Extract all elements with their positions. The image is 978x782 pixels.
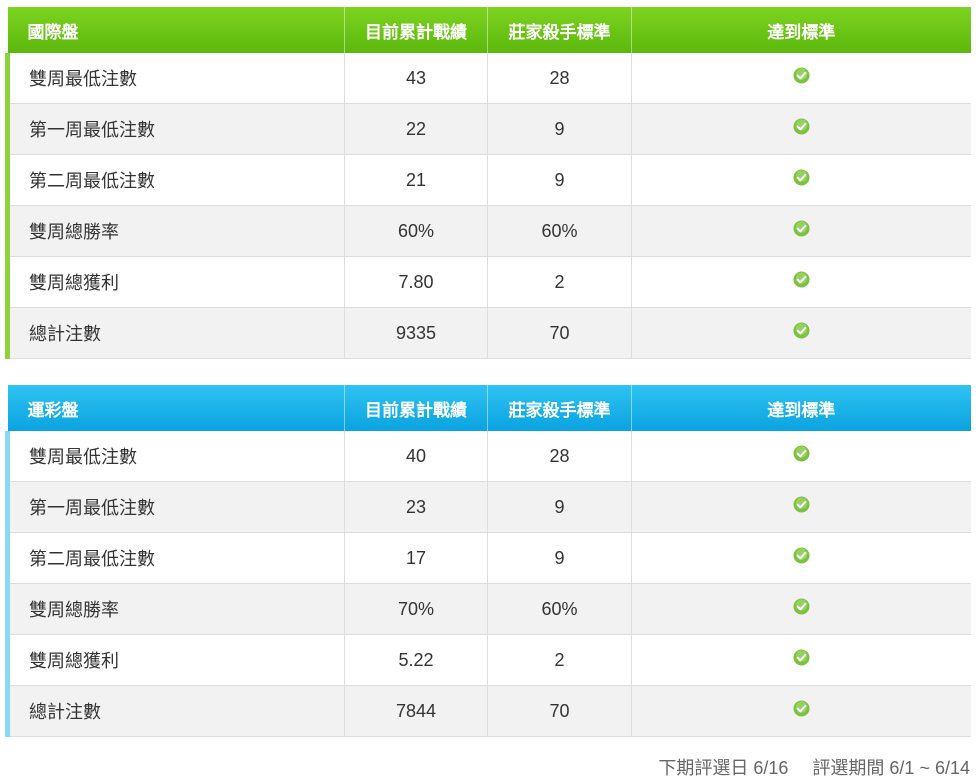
- row-standard: 60%: [487, 583, 632, 635]
- row-status: [631, 481, 971, 533]
- table-header-row: 國際盤 目前累計戰績 莊家殺手標準 達到標準: [7, 7, 971, 53]
- row-standard: 9: [487, 103, 632, 155]
- check-circle-icon: [793, 445, 810, 462]
- row-current: 40: [344, 431, 488, 482]
- check-circle-icon: [793, 271, 810, 288]
- row-current: 70%: [344, 583, 488, 635]
- row-status: [631, 103, 971, 155]
- header-current-record: 目前累計戰績: [344, 7, 488, 53]
- sport-stats-panel: 運彩盤 目前累計戰績 莊家殺手標準 達到標準 雙周最低注數 40 28 第一周最…: [5, 385, 971, 737]
- row-standard: 28: [487, 431, 632, 482]
- row-label: 第一周最低注數: [5, 481, 345, 533]
- table-row: 第一周最低注數 22 9: [5, 103, 971, 155]
- row-standard: 70: [487, 685, 632, 737]
- review-period-footer: 下期評選日 6/16 評選期間 6/1 ~ 6/14: [658, 754, 970, 780]
- table-row: 雙周總勝率 70% 60%: [5, 583, 971, 635]
- row-standard: 2: [487, 256, 632, 308]
- row-label: 總計注數: [5, 685, 345, 737]
- row-current: 23: [344, 481, 488, 533]
- row-status: [631, 583, 971, 635]
- header-killer-standard: 莊家殺手標準: [487, 7, 632, 53]
- check-circle-icon: [793, 322, 810, 339]
- check-circle-icon: [793, 496, 810, 513]
- row-status: [631, 205, 971, 257]
- row-label: 第二周最低注數: [5, 154, 345, 206]
- table-row: 雙周最低注數 40 28: [5, 431, 971, 482]
- check-circle-icon: [793, 220, 810, 237]
- table-header-row: 運彩盤 目前累計戰績 莊家殺手標準 達到標準: [7, 385, 971, 431]
- row-standard: 9: [487, 532, 632, 584]
- check-circle-icon: [793, 169, 810, 186]
- table-row: 總計注數 7844 70: [5, 685, 971, 737]
- row-standard: 9: [487, 481, 632, 533]
- check-circle-icon: [793, 67, 810, 84]
- review-period: 評選期間 6/1 ~ 6/14: [812, 758, 970, 778]
- intl-stats-table: 國際盤 目前累計戰績 莊家殺手標準 達到標準 雙周最低注數 43 28 第一周最…: [5, 7, 971, 359]
- row-label: 雙周最低注數: [5, 53, 345, 104]
- row-label: 雙周總勝率: [5, 583, 345, 635]
- row-current: 7844: [344, 685, 488, 737]
- row-current: 43: [344, 53, 488, 104]
- row-current: 21: [344, 154, 488, 206]
- row-status: [631, 307, 971, 359]
- table-row: 第一周最低注數 23 9: [5, 481, 971, 533]
- check-circle-icon: [793, 547, 810, 564]
- row-current: 17: [344, 532, 488, 584]
- row-status: [631, 532, 971, 584]
- row-label: 總計注數: [5, 307, 345, 359]
- row-label: 第一周最低注數: [5, 103, 345, 155]
- row-standard: 70: [487, 307, 632, 359]
- row-current: 9335: [344, 307, 488, 359]
- row-status: [631, 431, 971, 482]
- table-row: 第二周最低注數 17 9: [5, 532, 971, 584]
- row-status: [631, 256, 971, 308]
- row-label: 雙周最低注數: [5, 431, 345, 482]
- row-label: 第二周最低注數: [5, 532, 345, 584]
- check-circle-icon: [793, 700, 810, 717]
- header-reached: 達到標準: [631, 385, 971, 431]
- header-category: 國際盤: [27, 22, 79, 42]
- check-circle-icon: [793, 649, 810, 666]
- row-current: 7.80: [344, 256, 488, 308]
- row-standard: 9: [487, 154, 632, 206]
- row-status: [631, 154, 971, 206]
- table-row: 雙周最低注數 43 28: [5, 53, 971, 104]
- row-current: 60%: [344, 205, 488, 257]
- table-row: 第二周最低注數 21 9: [5, 154, 971, 206]
- header-category: 運彩盤: [27, 400, 79, 420]
- row-label: 雙周總獲利: [5, 634, 345, 686]
- row-status: [631, 685, 971, 737]
- table-row: 雙周總獲利 5.22 2: [5, 634, 971, 686]
- row-status: [631, 53, 971, 104]
- table-row: 雙周總獲利 7.80 2: [5, 256, 971, 308]
- header-reached: 達到標準: [631, 7, 971, 53]
- header-killer-standard: 莊家殺手標準: [487, 385, 632, 431]
- header-current-record: 目前累計戰績: [344, 385, 488, 431]
- row-standard: 28: [487, 53, 632, 104]
- row-status: [631, 634, 971, 686]
- check-circle-icon: [793, 598, 810, 615]
- row-label: 雙周總勝率: [5, 205, 345, 257]
- row-current: 5.22: [344, 634, 488, 686]
- row-label: 雙周總獲利: [5, 256, 345, 308]
- row-standard: 2: [487, 634, 632, 686]
- check-circle-icon: [793, 118, 810, 135]
- next-review-date: 下期評選日 6/16: [658, 758, 789, 778]
- row-standard: 60%: [487, 205, 632, 257]
- intl-stats-panel: 國際盤 目前累計戰績 莊家殺手標準 達到標準 雙周最低注數 43 28 第一周最…: [5, 7, 971, 359]
- sport-stats-table: 運彩盤 目前累計戰績 莊家殺手標準 達到標準 雙周最低注數 40 28 第一周最…: [5, 385, 971, 737]
- table-row: 總計注數 9335 70: [5, 307, 971, 359]
- table-row: 雙周總勝率 60% 60%: [5, 205, 971, 257]
- row-current: 22: [344, 103, 488, 155]
